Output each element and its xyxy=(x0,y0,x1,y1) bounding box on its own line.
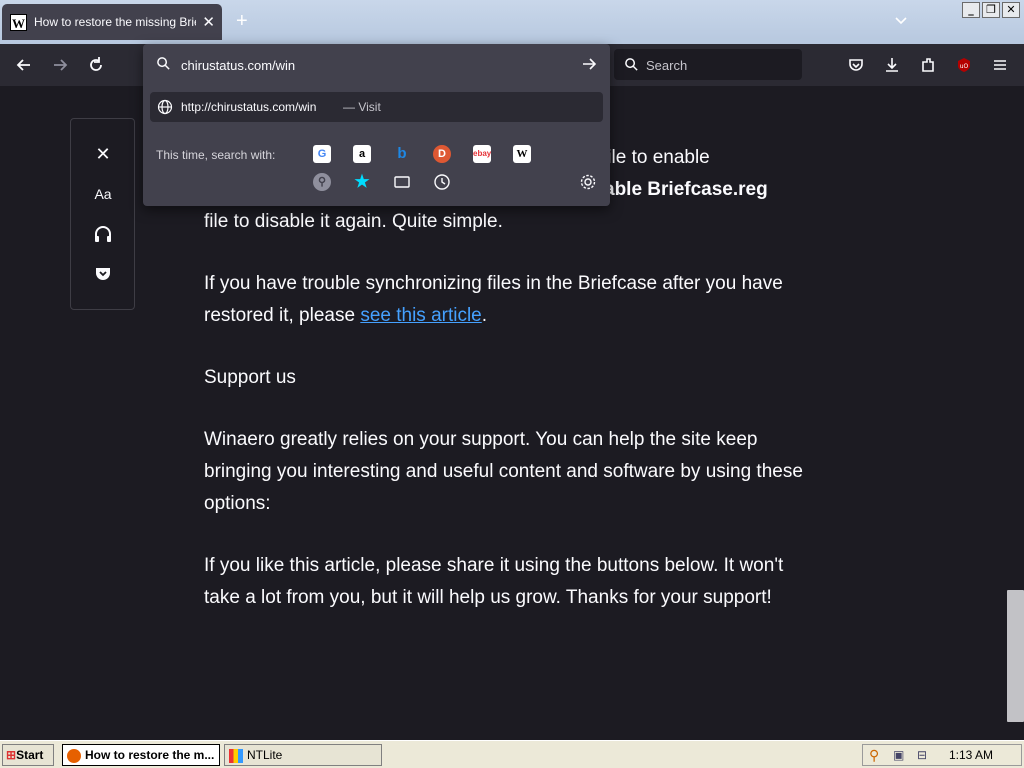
taskbar-item-label: How to restore the m... xyxy=(85,748,215,762)
reader-toolbar: ✕ Aa xyxy=(70,118,135,310)
forward-icon[interactable] xyxy=(50,55,70,75)
duckduckgo-icon[interactable]: D xyxy=(433,145,451,163)
google-icon[interactable]: G xyxy=(313,145,331,163)
wikipedia-icon[interactable]: W xyxy=(513,145,531,163)
history-icon[interactable] xyxy=(433,173,451,191)
tabs-icon[interactable] xyxy=(393,173,411,191)
taskbar-item-label: NTLite xyxy=(247,748,283,762)
search-with-label: This time, search with: xyxy=(156,148,276,162)
reload-icon[interactable] xyxy=(86,55,106,75)
go-arrow-icon[interactable] xyxy=(581,56,597,72)
article-paragraph-4: Winaero greatly relies on your support. … xyxy=(204,429,803,514)
search-settings-gear-icon[interactable] xyxy=(579,173,597,191)
taskbar-item-firefox[interactable]: How to restore the m... xyxy=(62,744,220,766)
tab-title: How to restore the missing Brie xyxy=(34,15,196,29)
search-placeholder: Search xyxy=(646,58,688,73)
suggestion-url: http://chirustatus.com/win xyxy=(181,100,317,114)
tab-active[interactable]: W How to restore the missing Brie ✕ xyxy=(2,4,222,40)
support-heading: Support us xyxy=(204,367,296,388)
paragraph-2-end: . xyxy=(481,305,488,326)
url-suggestion-row[interactable]: http://chirustatus.com/win — Visit xyxy=(150,92,603,122)
url-dropdown: chirustatus.com/win http://chirustatus.c… xyxy=(143,44,610,206)
downloads-icon[interactable] xyxy=(882,55,902,75)
system-tray: ⚲ ▣ ⊟ 1:13 AM xyxy=(862,744,1022,766)
paragraph-2-text: If you have trouble synchronizing files … xyxy=(204,273,783,326)
article-paragraph-5: If you like this article, please share i… xyxy=(204,555,784,608)
maximize-button[interactable]: ❐ xyxy=(982,2,1000,18)
list-all-tabs-icon[interactable] xyxy=(893,12,909,28)
pocket-save-icon[interactable] xyxy=(91,262,115,286)
start-label: Start xyxy=(16,748,44,762)
start-button[interactable]: ⊞Start xyxy=(2,744,54,766)
article-line-fragment-1: file to enable xyxy=(602,147,710,168)
taskbar-item-ntlite[interactable]: NTLite xyxy=(224,744,382,766)
url-search-icon xyxy=(157,57,170,70)
tray-network-icon[interactable]: ⊟ xyxy=(917,748,927,762)
search-engine-icon[interactable]: ⚲ xyxy=(313,173,331,191)
article-line-fragment-2: able Briefcase.reg xyxy=(604,179,768,200)
type-controls-button[interactable]: Aa xyxy=(91,182,115,206)
see-this-article-link[interactable]: see this article xyxy=(360,305,481,326)
wikipedia-favicon-icon: W xyxy=(10,14,27,31)
back-icon[interactable] xyxy=(14,55,34,75)
search-icon xyxy=(625,58,638,71)
title-bar: W How to restore the missing Brie ✕ + _ … xyxy=(0,0,1024,44)
pocket-icon[interactable] xyxy=(846,55,866,75)
article-paragraph-2: If you have trouble synchronizing files … xyxy=(204,268,816,332)
ublock-origin-icon[interactable]: uO xyxy=(954,55,974,75)
extensions-icon[interactable] xyxy=(918,55,938,75)
new-tab-button[interactable]: + xyxy=(236,10,248,33)
close-window-button[interactable]: ✕ xyxy=(1002,2,1020,18)
windows-logo-icon: ⊞ xyxy=(6,748,17,762)
url-input[interactable]: chirustatus.com/win xyxy=(181,58,295,73)
clock[interactable]: 1:13 AM xyxy=(949,748,993,762)
bing-icon[interactable]: b xyxy=(393,145,411,163)
minimize-button[interactable]: _ xyxy=(962,2,980,18)
menu-icon[interactable] xyxy=(990,55,1010,75)
ebay-icon[interactable]: ebay xyxy=(473,145,491,163)
bookmarks-icon[interactable]: ★ xyxy=(353,173,371,191)
suggestion-visit-label: — Visit xyxy=(343,100,381,114)
tray-app-icon[interactable]: ▣ xyxy=(893,748,904,762)
tab-close-icon[interactable]: ✕ xyxy=(202,13,215,31)
amazon-icon[interactable]: a xyxy=(353,145,371,163)
close-reader-button[interactable]: ✕ xyxy=(91,142,115,166)
scrollbar-thumb[interactable] xyxy=(1007,590,1024,722)
article-line-3: file to disable it again. Quite simple. xyxy=(204,211,503,232)
firefox-icon xyxy=(67,748,81,763)
taskbar: ⊞Start How to restore the m... NTLite ⚲ … xyxy=(0,740,1024,768)
ntlite-icon xyxy=(229,748,243,763)
tray-search-icon[interactable]: ⚲ xyxy=(869,747,879,764)
svg-text:uO: uO xyxy=(960,63,969,70)
headphones-icon[interactable] xyxy=(91,222,115,246)
search-bar[interactable]: Search xyxy=(614,49,802,80)
globe-icon xyxy=(157,99,173,115)
